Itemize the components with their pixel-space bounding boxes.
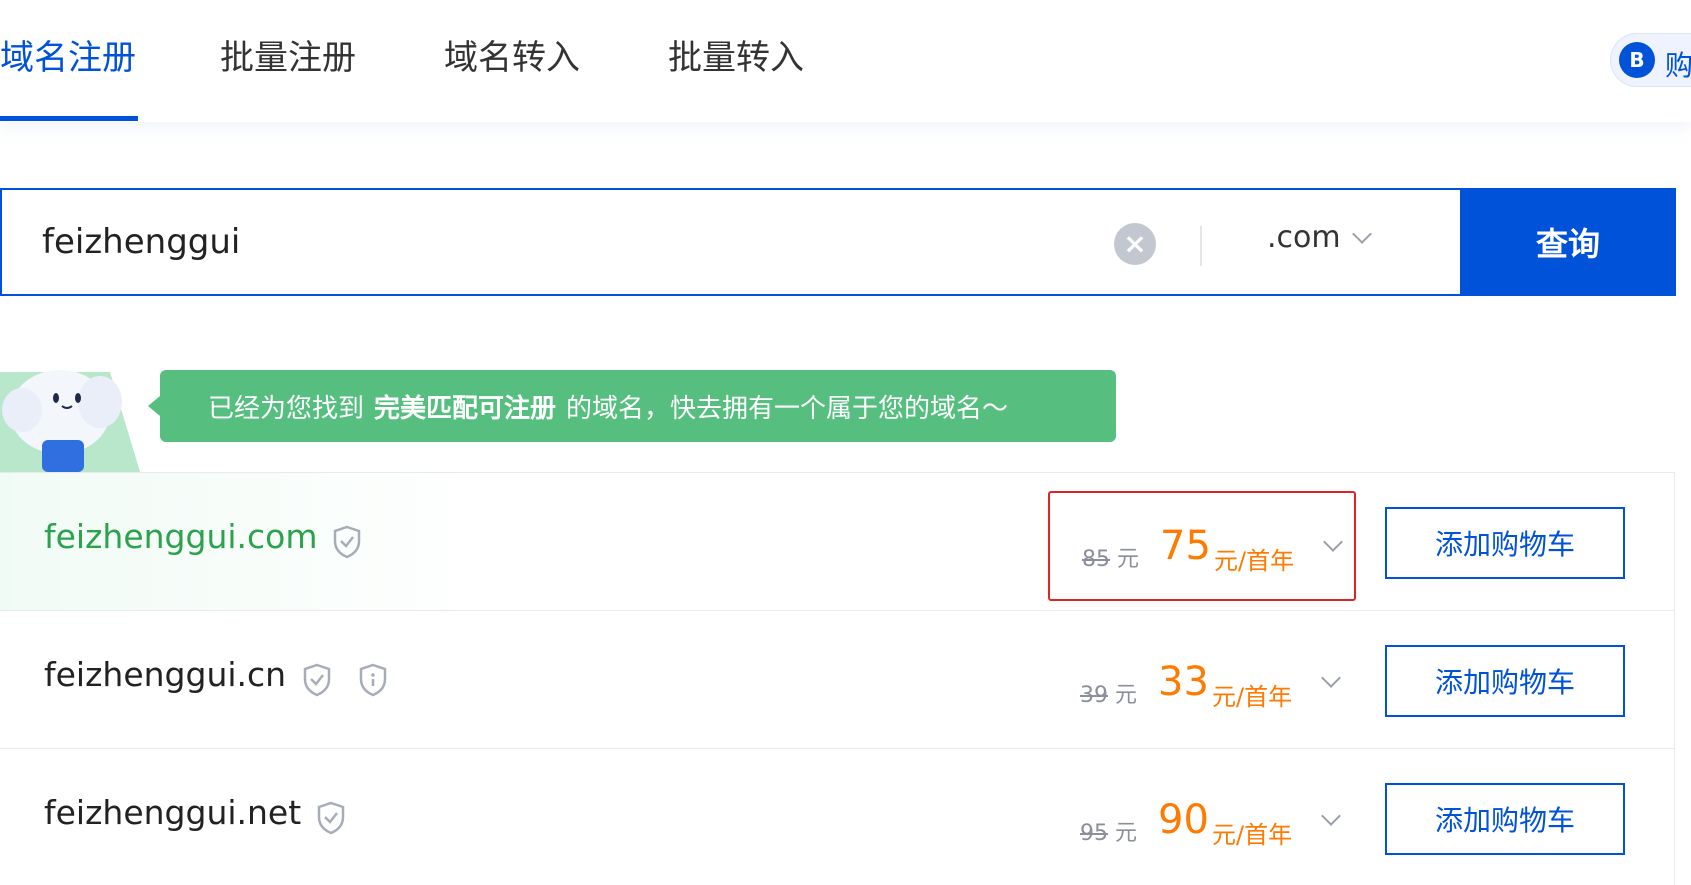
add-to-cart-button[interactable]: 添加购物车 [1385,645,1625,717]
chevron-down-icon [1321,806,1341,826]
price-selector[interactable]: 95 元 90 元/首年 [1048,767,1356,877]
domain-result-list: feizhenggui.com 85 元 75 元/首年 添加购物车 feizh… [0,472,1675,885]
domain-result-row: feizhenggui.net 95 元 90 元/首年 添加购物车 [0,749,1674,885]
b-icon: B [1619,42,1655,78]
current-price: 90 [1158,797,1209,843]
chevron-down-icon [1321,668,1341,688]
price-unit: 元/首年 [1214,547,1295,575]
search-result-notice: 已经为您找到 完美匹配可注册 的域名，快去拥有一个属于您的域名～ [148,370,1116,442]
notice-suffix: 的域名，快去拥有一个属于您的域名～ [566,393,1009,424]
tab-domain-register[interactable]: 域名注册 [0,30,136,79]
domain-name: feizhenggui.com [44,517,318,556]
cart-pill[interactable]: B 购 [1610,33,1691,87]
mascot-illustration [0,370,140,472]
price-selector[interactable]: 85 元 75 元/首年 [1048,491,1356,601]
clear-icon[interactable]: × [1114,223,1156,265]
domain-name: feizhenggui.cn [44,655,287,694]
shield-info-icon[interactable] [358,663,388,697]
domain-result-row: feizhenggui.com 85 元 75 元/首年 添加购物车 [0,473,1674,611]
domain-result-row: feizhenggui.cn 39 元 33 元/首年 添加购物车 [0,611,1674,749]
price-unit: 元/首年 [1212,683,1293,711]
tab-domain-transfer[interactable]: 域名转入 [444,30,580,79]
shield-check-icon[interactable] [302,663,332,697]
domain-search-input[interactable] [42,210,1082,274]
notice-highlight: 完美匹配可注册 [374,393,557,424]
price-selector[interactable]: 39 元 33 元/首年 [1048,629,1356,739]
tab-bar: 域名注册 批量注册 域名转入 批量转入 B 购 [0,0,1691,122]
chevron-down-icon [1351,223,1372,244]
original-price: 39 元 [1080,683,1138,708]
tab-bulk-transfer[interactable]: 批量转入 [668,30,804,79]
tab-bulk-register[interactable]: 批量注册 [220,30,356,79]
current-price: 75 [1160,523,1211,569]
chevron-down-icon [1323,532,1343,552]
add-to-cart-button[interactable]: 添加购物车 [1385,507,1625,579]
tld-select-value: .com [1267,220,1341,255]
original-price: 85 元 [1082,547,1140,572]
shield-check-icon[interactable] [316,801,346,835]
notice-prefix: 已经为您找到 [208,393,365,424]
current-price: 33 [1158,659,1209,705]
original-price: 95 元 [1080,821,1138,846]
divider [1200,226,1202,266]
search-button[interactable]: 查询 [1460,188,1676,296]
domain-search-box: × .com [0,188,1675,296]
domain-name: feizhenggui.net [44,793,302,832]
cart-pill-label: 购 [1665,49,1691,82]
shield-check-icon[interactable] [332,525,362,559]
active-tab-indicator [0,116,138,121]
price-unit: 元/首年 [1212,821,1293,849]
tld-select[interactable]: .com [1267,220,1372,255]
add-to-cart-button[interactable]: 添加购物车 [1385,783,1625,855]
